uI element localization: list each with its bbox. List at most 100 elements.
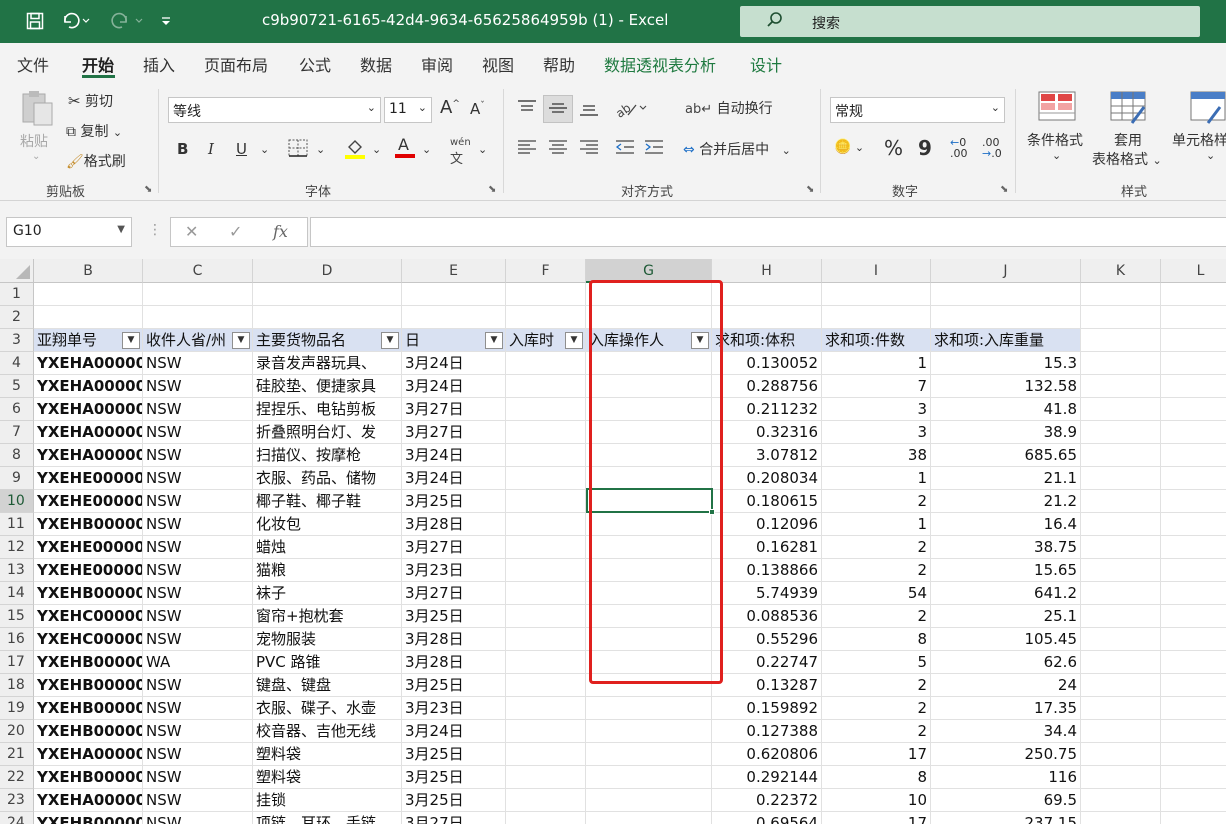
cell-f14[interactable] (506, 582, 586, 605)
row-header-10[interactable]: 10 (0, 490, 34, 513)
cell-j11[interactable]: 16.4 (931, 513, 1081, 536)
filter-dropdown-c[interactable]: ▼ (232, 332, 250, 349)
filter-dropdown-b[interactable]: ▼ (122, 332, 140, 349)
cell-k13[interactable] (1081, 559, 1161, 582)
fill-color-dropdown-icon[interactable]: ⌄ (372, 143, 381, 156)
cell-d15[interactable]: 窗帘+抱枕套 (253, 605, 402, 628)
row-header-4[interactable]: 4 (0, 352, 34, 375)
cell-e24[interactable]: 3月27日 (402, 812, 506, 824)
font-color-button[interactable]: A (394, 135, 416, 163)
tab-view[interactable]: 视图 (482, 52, 514, 76)
cell-j6[interactable]: 41.8 (931, 398, 1081, 421)
cell-f3[interactable]: 入库时 ▼ (506, 329, 586, 352)
cell-i11[interactable]: 1 (822, 513, 931, 536)
cell-d3[interactable]: 主要货物品名 ▼ (253, 329, 402, 352)
cell-i22[interactable]: 8 (822, 766, 931, 789)
clipboard-launcher-icon[interactable]: ⬊ (144, 184, 152, 195)
cell-h19[interactable]: 0.159892 (712, 697, 822, 720)
cell-i17[interactable]: 5 (822, 651, 931, 674)
cell-b24[interactable]: YXEHB00000 (34, 812, 143, 824)
cell-l2[interactable] (1161, 306, 1226, 329)
cell-c5[interactable]: NSW (143, 375, 253, 398)
undo-icon[interactable] (58, 8, 94, 34)
percent-style-button[interactable]: % (884, 136, 903, 160)
cell-styles-icon[interactable] (1190, 91, 1226, 129)
cell-e3[interactable]: 日 ▼ (402, 329, 506, 352)
cell-c16[interactable]: NSW (143, 628, 253, 651)
row-header-13[interactable]: 13 (0, 559, 34, 582)
cell-j16[interactable]: 105.45 (931, 628, 1081, 651)
cell-d1[interactable] (253, 283, 402, 306)
cell-l17[interactable] (1161, 651, 1226, 674)
row-header-20[interactable]: 20 (0, 720, 34, 743)
cell-i5[interactable]: 7 (822, 375, 931, 398)
cell-l24[interactable] (1161, 812, 1226, 824)
cell-d10[interactable]: 椰子鞋、椰子鞋 (253, 490, 402, 513)
cell-h3[interactable]: 求和项:体积 (712, 329, 822, 352)
cell-h8[interactable]: 3.07812 (712, 444, 822, 467)
cell-l7[interactable] (1161, 421, 1226, 444)
cell-b13[interactable]: YXEHE00000( (34, 559, 143, 582)
row-header-9[interactable]: 9 (0, 467, 34, 490)
cell-l20[interactable] (1161, 720, 1226, 743)
cell-h14[interactable]: 5.74939 (712, 582, 822, 605)
cell-j13[interactable]: 15.65 (931, 559, 1081, 582)
bottom-align-button[interactable] (578, 99, 600, 121)
cell-b12[interactable]: YXEHE00000( (34, 536, 143, 559)
cell-h16[interactable]: 0.55296 (712, 628, 822, 651)
row-header-16[interactable]: 16 (0, 628, 34, 651)
cell-i16[interactable]: 8 (822, 628, 931, 651)
cell-f21[interactable] (506, 743, 586, 766)
cell-h23[interactable]: 0.22372 (712, 789, 822, 812)
cell-e15[interactable]: 3月25日 (402, 605, 506, 628)
row-header-23[interactable]: 23 (0, 789, 34, 812)
bold-button[interactable]: B (177, 140, 188, 158)
borders-button[interactable] (288, 139, 308, 161)
cell-c1[interactable] (143, 283, 253, 306)
cell-k10[interactable] (1081, 490, 1161, 513)
cell-l12[interactable] (1161, 536, 1226, 559)
font-size-select[interactable]: 11 ⌄ (384, 97, 432, 123)
increase-font-size-button[interactable]: A^ (440, 97, 460, 118)
cell-c12[interactable]: NSW (143, 536, 253, 559)
cell-h13[interactable]: 0.138866 (712, 559, 822, 582)
cell-e21[interactable]: 3月25日 (402, 743, 506, 766)
column-header-c[interactable]: C (143, 259, 253, 283)
format-as-table-label-1[interactable]: 套用 (1114, 130, 1142, 150)
redo-icon[interactable] (106, 8, 146, 34)
select-all-button[interactable] (0, 259, 34, 283)
cell-h11[interactable]: 0.12096 (712, 513, 822, 536)
format-as-table-icon[interactable] (1110, 91, 1148, 129)
cell-e16[interactable]: 3月28日 (402, 628, 506, 651)
cell-h22[interactable]: 0.292144 (712, 766, 822, 789)
tab-home[interactable]: 开始 (82, 52, 114, 76)
insert-function-button[interactable]: fx (273, 222, 288, 241)
increase-indent-button[interactable] (643, 138, 665, 160)
cell-c15[interactable]: NSW (143, 605, 253, 628)
cell-k2[interactable] (1081, 306, 1161, 329)
cell-f20[interactable] (506, 720, 586, 743)
number-launcher-icon[interactable]: ⬊ (1000, 184, 1008, 195)
cell-j23[interactable]: 69.5 (931, 789, 1081, 812)
cell-l9[interactable] (1161, 467, 1226, 490)
cell-j15[interactable]: 25.1 (931, 605, 1081, 628)
cell-c9[interactable]: NSW (143, 467, 253, 490)
cell-e14[interactable]: 3月27日 (402, 582, 506, 605)
cell-f16[interactable] (506, 628, 586, 651)
cell-c23[interactable]: NSW (143, 789, 253, 812)
row-header-19[interactable]: 19 (0, 697, 34, 720)
align-center-button[interactable] (547, 138, 569, 160)
cell-h6[interactable]: 0.211232 (712, 398, 822, 421)
cell-k11[interactable] (1081, 513, 1161, 536)
tab-help[interactable]: 帮助 (543, 52, 575, 76)
filter-dropdown-e[interactable]: ▼ (485, 332, 503, 349)
cell-j12[interactable]: 38.75 (931, 536, 1081, 559)
phonetic-dropdown-icon[interactable]: ⌄ (478, 143, 487, 156)
cancel-icon[interactable]: ✕ (185, 222, 198, 241)
cell-h2[interactable] (712, 306, 822, 329)
cell-d5[interactable]: 硅胶垫、便捷家具 (253, 375, 402, 398)
cell-l18[interactable] (1161, 674, 1226, 697)
cell-g23[interactable] (586, 789, 712, 812)
align-left-button[interactable] (516, 138, 538, 160)
cell-b20[interactable]: YXEHB00000 (34, 720, 143, 743)
